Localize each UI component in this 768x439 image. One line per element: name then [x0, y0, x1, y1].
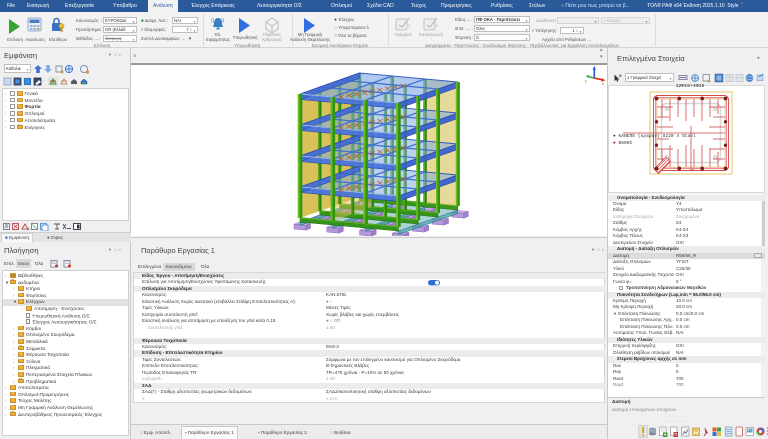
- svg-text:y: y: [585, 79, 588, 84]
- svg-text:((: ((: [211, 18, 215, 24]
- svg-text:)): )): [221, 18, 225, 24]
- svg-text:x: x: [602, 81, 605, 86]
- svg-text:ˇ: ˇ: [43, 80, 45, 86]
